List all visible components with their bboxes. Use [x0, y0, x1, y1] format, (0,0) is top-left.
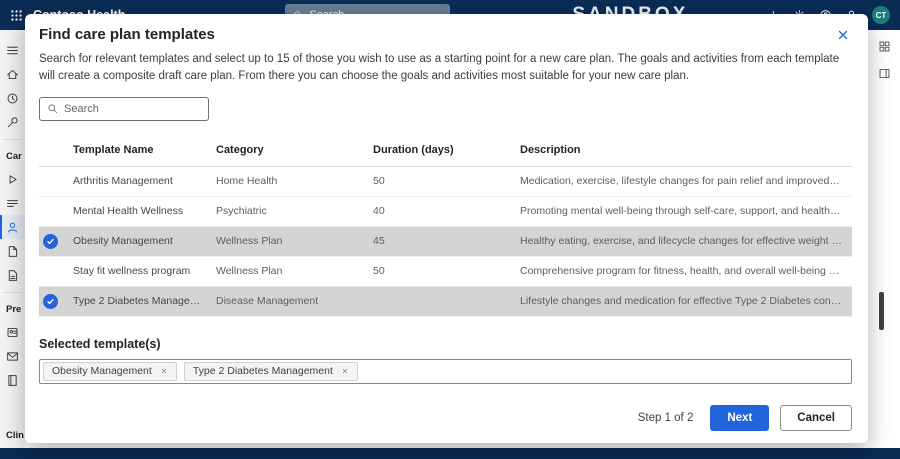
cell-category: Home Health — [216, 175, 373, 187]
table-row[interactable]: Arthritis ManagementHome Health50Medicat… — [39, 167, 852, 197]
cell-category: Disease Management — [216, 295, 373, 307]
table-row[interactable]: Mental Health WellnessPsychiatric40Promo… — [39, 197, 852, 227]
selected-template-chip[interactable]: Obesity Management — [43, 362, 177, 381]
play-icon[interactable] — [0, 167, 25, 191]
cell-template-name: Type 2 Diabetes Management — [73, 295, 216, 307]
nav-section-label: Clin — [0, 424, 25, 446]
nav-section-label: Car — [0, 145, 25, 167]
form-icon[interactable] — [0, 263, 25, 287]
cell-duration: 50 — [373, 175, 520, 187]
nav-rail: Car Pre Clin — [0, 30, 25, 448]
cell-duration: 50 — [373, 265, 520, 277]
user-avatar[interactable]: CT — [872, 6, 890, 24]
col-description: Description — [520, 144, 852, 156]
col-category: Category — [216, 144, 373, 156]
home-icon[interactable] — [0, 62, 25, 86]
col-template-name: Template Name — [73, 144, 216, 156]
journal-icon[interactable] — [0, 368, 25, 392]
cell-template-name: Mental Health Wellness — [73, 205, 216, 217]
cell-category: Wellness Plan — [216, 265, 373, 277]
step-indicator: Step 1 of 2 — [638, 412, 694, 424]
next-button[interactable]: Next — [710, 405, 769, 431]
cell-description: Healthy eating, exercise, and lifecycle … — [520, 235, 852, 247]
panel-icon[interactable] — [878, 67, 891, 80]
find-care-plan-templates-dialog: Find care plan templates Search for rele… — [25, 14, 868, 443]
mail-icon[interactable] — [0, 344, 25, 368]
template-search[interactable] — [39, 97, 209, 121]
table-row[interactable]: Type 2 Diabetes ManagementDisease Manage… — [39, 287, 852, 317]
remove-chip-icon[interactable] — [341, 367, 349, 375]
selected-templates-heading: Selected template(s) — [39, 337, 852, 351]
nav-section-label: Pre — [0, 298, 25, 320]
cell-description: Comprehensive program for fitness, healt… — [520, 265, 852, 277]
queue-icon[interactable] — [0, 191, 25, 215]
cell-category: Psychiatric — [216, 205, 373, 217]
table-row[interactable]: Stay fit wellness programWellness Plan50… — [39, 257, 852, 287]
template-search-input[interactable] — [64, 103, 201, 115]
right-rail — [868, 30, 900, 448]
nav-divider — [3, 139, 22, 140]
remove-chip-icon[interactable] — [160, 367, 168, 375]
selected-check-icon — [43, 294, 58, 309]
contact-icon[interactable] — [0, 320, 25, 344]
dialog-footer: Step 1 of 2 Next Cancel — [39, 405, 852, 431]
waffle-icon[interactable] — [10, 9, 23, 22]
bottom-bar — [0, 448, 900, 459]
selected-templates-input[interactable]: Obesity Management Type 2 Diabetes Manage… — [39, 359, 852, 384]
table-header: Template Name Category Duration (days) D… — [39, 135, 852, 167]
cell-description: Promoting mental well-being through self… — [520, 205, 852, 217]
nav-divider — [3, 292, 22, 293]
cell-template-name: Arthritis Management — [73, 175, 216, 187]
patient-icon[interactable] — [0, 215, 25, 239]
table-body: Arthritis ManagementHome Health50Medicat… — [39, 167, 852, 317]
document-icon[interactable] — [0, 239, 25, 263]
cancel-button[interactable]: Cancel — [780, 405, 852, 431]
pinned-icon[interactable] — [0, 110, 25, 134]
dialog-description: Search for relevant templates and select… — [39, 51, 851, 86]
table-row[interactable]: Obesity ManagementWellness Plan45Healthy… — [39, 227, 852, 257]
row-select-cell[interactable] — [39, 294, 73, 309]
row-select-cell[interactable] — [39, 234, 73, 249]
sitemap-icon[interactable] — [878, 40, 891, 53]
close-icon[interactable] — [834, 26, 852, 44]
col-duration: Duration (days) — [373, 144, 520, 156]
templates-table: Template Name Category Duration (days) D… — [39, 135, 852, 317]
scrollbar-thumb[interactable] — [879, 292, 884, 330]
search-icon — [47, 103, 58, 114]
cell-template-name: Obesity Management — [73, 235, 216, 247]
selected-check-icon — [43, 234, 58, 249]
menu-icon[interactable] — [0, 38, 25, 62]
chip-label: Obesity Management — [52, 365, 152, 377]
cell-description: Lifestyle changes and medication for eff… — [520, 295, 852, 307]
cell-duration: 45 — [373, 235, 520, 247]
selected-template-chip[interactable]: Type 2 Diabetes Management — [184, 362, 358, 381]
recent-icon[interactable] — [0, 86, 25, 110]
chip-label: Type 2 Diabetes Management — [193, 365, 333, 377]
cell-category: Wellness Plan — [216, 235, 373, 247]
cell-template-name: Stay fit wellness program — [73, 265, 216, 277]
cell-duration: 40 — [373, 205, 520, 217]
cell-description: Medication, exercise, lifestyle changes … — [520, 175, 852, 187]
dialog-title: Find care plan templates — [39, 26, 215, 43]
